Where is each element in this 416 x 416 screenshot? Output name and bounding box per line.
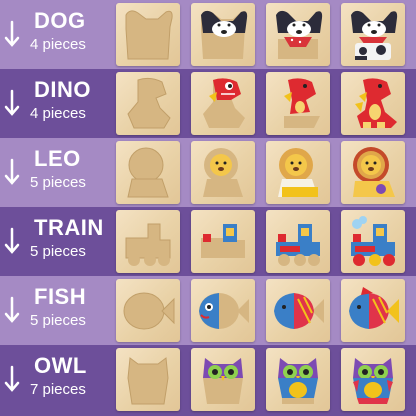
dog-board-complete <box>341 3 405 66</box>
row-label: FISH 5 pieces <box>0 276 108 345</box>
puzzle-name: FISH <box>34 284 87 309</box>
piece-count: 5 pieces <box>30 243 86 260</box>
owl-board-empty <box>116 348 180 411</box>
fish-board-empty <box>116 279 180 342</box>
leo-board-complete <box>341 141 405 204</box>
fish-board-complete <box>341 279 405 342</box>
leo-board-step-2 <box>266 141 330 204</box>
dino-board-step-1 <box>191 72 255 135</box>
piece-count: 4 pieces <box>30 36 86 53</box>
piece-count: 4 pieces <box>30 105 86 122</box>
row-label: LEO 5 pieces <box>0 138 108 207</box>
piece-count: 5 pieces <box>30 312 86 329</box>
train-board-complete <box>341 210 405 273</box>
row-label: DINO 4 pieces <box>0 69 108 138</box>
puzzle-name: DINO <box>34 77 91 102</box>
row-leo: LEO 5 pieces <box>0 138 416 207</box>
row-dino: DINO 4 pieces <box>0 69 416 138</box>
owl-board-step-2 <box>266 348 330 411</box>
row-label: OWL 7 pieces <box>0 345 108 414</box>
row-owl: OWL 7 pieces <box>0 345 416 416</box>
dog-board-step-2 <box>266 3 330 66</box>
owl-board-step-1 <box>191 348 255 411</box>
arrow-down-icon <box>4 89 20 116</box>
dino-board-complete <box>341 72 405 135</box>
row-label: DOG 4 pieces <box>0 0 108 69</box>
puzzle-name: DOG <box>34 8 86 33</box>
leo-board-step-1 <box>191 141 255 204</box>
row-dog: DOG 4 pieces <box>0 0 416 69</box>
leo-board-empty <box>116 141 180 204</box>
train-board-step-1 <box>191 210 255 273</box>
dino-board-empty <box>116 72 180 135</box>
arrow-down-icon <box>4 227 20 254</box>
puzzle-name: LEO <box>34 146 81 171</box>
row-label: TRAIN 5 pieces <box>0 207 108 276</box>
train-board-step-2 <box>266 210 330 273</box>
piece-count: 5 pieces <box>30 174 86 191</box>
arrow-down-icon <box>4 20 20 47</box>
puzzle-name: OWL <box>34 353 87 378</box>
arrow-down-icon <box>4 296 20 323</box>
row-fish: FISH 5 pieces <box>0 276 416 345</box>
puzzle-name: TRAIN <box>34 215 104 240</box>
row-train: TRAIN 5 pieces <box>0 207 416 276</box>
puzzle-progression-grid: DOG 4 pieces DINO 4 pieces LEO 5 pieces … <box>0 0 416 416</box>
arrow-down-icon <box>4 365 20 392</box>
fish-board-step-1 <box>191 279 255 342</box>
owl-board-complete <box>341 348 405 411</box>
train-board-empty <box>116 210 180 273</box>
dog-board-step-1 <box>191 3 255 66</box>
piece-count: 7 pieces <box>30 381 86 398</box>
dog-board-empty <box>116 3 180 66</box>
dino-board-step-2 <box>266 72 330 135</box>
arrow-down-icon <box>4 158 20 185</box>
fish-board-step-2 <box>266 279 330 342</box>
